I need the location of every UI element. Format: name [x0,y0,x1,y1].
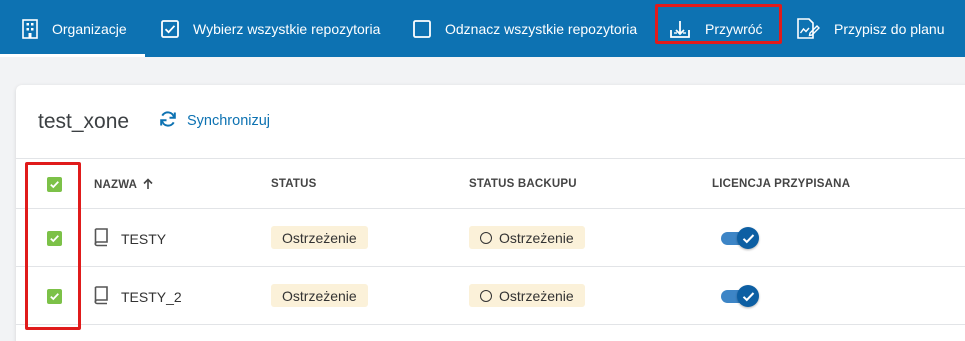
repository-book-icon [93,228,109,250]
column-header-status[interactable]: STATUS [271,178,317,190]
toggle-knob [737,285,759,307]
repository-name: TESTY_2 [121,289,182,305]
check-icon [742,233,754,243]
select-all-repos-button[interactable]: Wybierz wszystkie repozytoria [161,0,380,57]
license-toggle[interactable] [721,227,759,249]
sync-label: Synchronizuj [187,113,271,129]
empty-box-icon [413,19,431,38]
toolbar-item-label: Wybierz wszystkie repozytoria [193,20,381,37]
synchronize-button[interactable]: Synchronizuj [159,110,270,132]
building-icon [22,18,38,39]
arrow-up-icon [143,178,153,192]
table-divider [16,324,965,325]
checkbox-column-highlight-box [25,162,81,330]
table-divider [16,266,965,267]
backup-status-badge: Ostrzeżenie [469,284,585,307]
circle-icon [480,289,492,302]
toggle-knob [737,227,759,249]
assign-to-plan-button[interactable]: Przypisz do planu [796,0,945,57]
status-text: Ostrzeżenie [282,287,357,304]
column-header-name[interactable]: NAZWA [94,178,153,192]
circle-icon [480,231,492,244]
column-header-backup-status[interactable]: STATUS BACKUPU [469,178,577,190]
repository-name-cell[interactable]: TESTY [93,228,166,250]
assign-plan-icon [796,17,820,40]
active-tab-indicator [0,54,145,57]
table-divider [16,158,965,159]
toolbar-item-label: Przypisz do planu [834,20,945,37]
repository-name-cell[interactable]: TESTY_2 [93,286,182,308]
restore-highlight-box [655,4,782,44]
backup-status-text: Ostrzeżenie [499,287,574,304]
toolbar-item-label: Odznacz wszystkie repozytoria [445,20,638,37]
sync-icon [159,110,177,132]
backup-status-text: Ostrzeżenie [499,229,574,246]
license-toggle[interactable] [721,285,759,307]
repository-book-icon [93,286,109,308]
column-header-label: NAZWA [94,179,138,191]
top-toolbar: Organizacje Wybierz wszystkie repozytori… [0,0,965,57]
toolbar-item-label: Organizacje [52,20,127,37]
column-header-license[interactable]: LICENCJA PRZYPISANA [712,178,850,190]
check-icon [742,291,754,301]
status-badge: Ostrzeżenie [271,284,368,307]
checked-box-icon [161,19,179,38]
deselect-all-repos-button[interactable]: Odznacz wszystkie repozytoria [413,0,637,57]
repository-title: test_xone [38,110,130,133]
backup-status-badge: Ostrzeżenie [469,226,585,249]
toolbar-organizacje-button[interactable]: Organizacje [22,0,127,57]
status-badge: Ostrzeżenie [271,226,368,249]
repository-name: TESTY [121,231,167,247]
status-text: Ostrzeżenie [282,229,357,246]
table-divider [16,208,965,209]
